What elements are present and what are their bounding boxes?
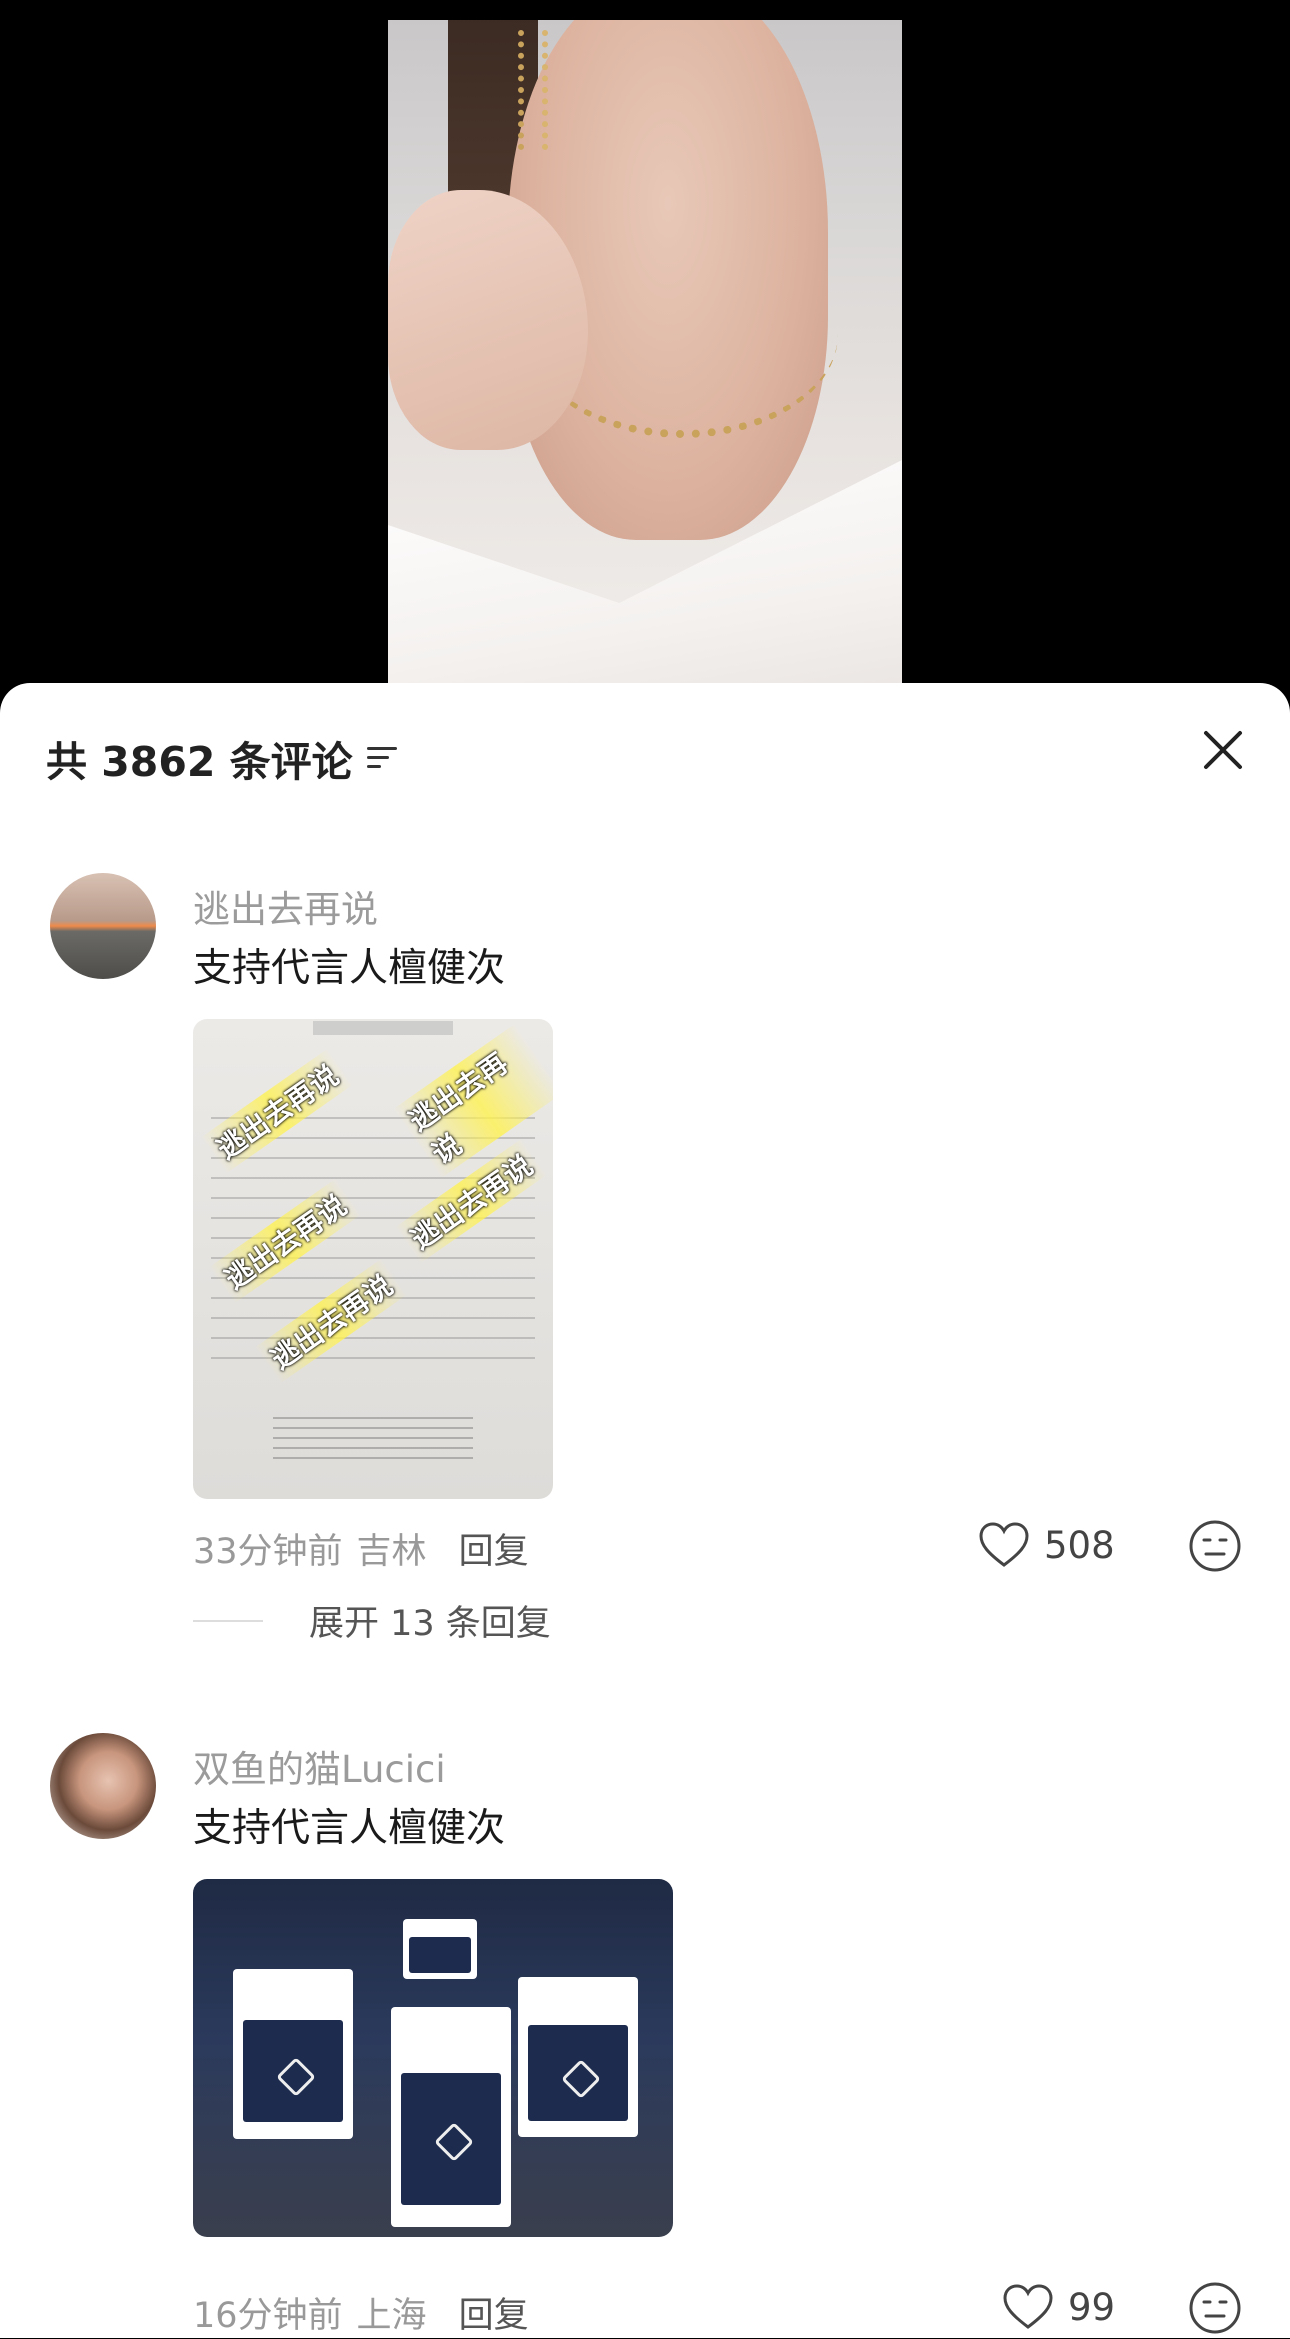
comment-meta: 33分钟前 吉林 回复 <box>193 1523 529 1574</box>
comment-author[interactable]: 逃出去再说 <box>193 879 378 933</box>
close-icon[interactable] <box>1196 723 1250 777</box>
like-button[interactable]: 99 <box>1002 2283 1115 2331</box>
avatar[interactable] <box>50 873 156 979</box>
comment-author[interactable]: 双鱼的猫Lucici <box>193 1739 446 1793</box>
like-count: 508 <box>1044 1523 1115 1567</box>
expand-replies-button[interactable]: 展开 13 条回复 <box>193 1595 551 1646</box>
comment-meta: 16分钟前 上海 回复 <box>193 2287 529 2338</box>
comment-time: 16分钟前 <box>193 2296 343 2336</box>
avatar[interactable] <box>50 1733 156 1839</box>
comment-image[interactable] <box>193 1879 673 2237</box>
reply-button[interactable]: 回复 <box>459 1523 529 1574</box>
heart-icon <box>1003 2284 1053 2329</box>
comment-sheet: 共 3862 条评论 逃出去再说 支持代言人檀健次 逃出去再说 逃出去再说 逃出… <box>0 683 1290 2338</box>
comment-image[interactable]: 逃出去再说 逃出去再说 逃出去再说 逃出去再说 逃出去再说 <box>193 1019 553 1499</box>
comment-region: 吉林 <box>356 1532 427 1572</box>
comment-count: 共 3862 条评论 <box>46 738 353 786</box>
comment-sheet-header: 共 3862 条评论 <box>46 723 403 793</box>
divider <box>193 1619 263 1622</box>
like-count: 99 <box>1068 2285 1116 2329</box>
scroll-fade <box>540 2300 820 2338</box>
like-button[interactable]: 508 <box>978 1521 1115 1569</box>
filter-icon[interactable] <box>366 743 403 773</box>
heart-icon <box>979 1522 1029 1567</box>
comment-text: 支持代言人檀健次 <box>193 946 506 991</box>
video-player[interactable] <box>0 0 1290 700</box>
emoji-icon[interactable] <box>1188 1519 1242 1573</box>
emoji-icon[interactable] <box>1188 2281 1242 2335</box>
comment-text: 支持代言人檀健次 <box>193 1806 506 1851</box>
video-frame <box>388 20 902 700</box>
expand-replies-label: 展开 13 条回复 <box>309 1604 551 1644</box>
earring <box>518 30 548 150</box>
comment-region: 上海 <box>356 2296 427 2336</box>
reply-button[interactable]: 回复 <box>459 2287 529 2338</box>
comment-time: 33分钟前 <box>193 1532 343 1572</box>
